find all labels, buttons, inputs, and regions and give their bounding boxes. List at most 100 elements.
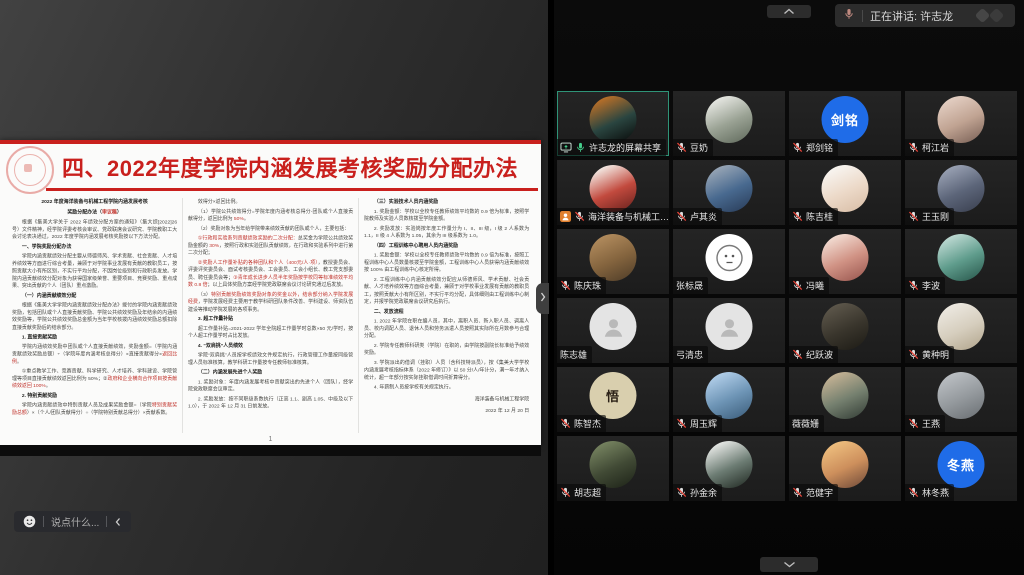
participant-name: 薇薇姗 — [792, 417, 819, 430]
document-column: （三）实验技术人员内涵奖励1. 奖励金额：学校以全校专任教师绩效平均数的 0.9… — [358, 198, 534, 433]
participant-avatar — [822, 303, 869, 350]
document-bottom-bar — [0, 445, 541, 456]
participant-tile[interactable]: 海洋装备与机械工程... — [557, 160, 669, 225]
participant-name: 陈庆珠 — [574, 279, 601, 292]
mic-muted-icon — [574, 211, 585, 222]
participant-name-bar: 王玉刚 — [905, 208, 954, 225]
participant-tile[interactable]: 冬燕林冬燕 — [905, 436, 1017, 501]
participant-grid: 许志龙的屏幕共享豆奶剑铭郑剑铭柯江岩海洋装备与机械工程...卢其炎陈吉桂王玉刚陈… — [557, 91, 1017, 501]
participant-name-bar: 黄种明 — [905, 346, 954, 363]
mic-muted-icon — [560, 418, 571, 429]
participant-tile[interactable]: 豆奶 — [673, 91, 785, 156]
divider — [106, 516, 107, 527]
divider — [862, 10, 863, 22]
mic-muted-icon — [676, 418, 687, 429]
participant-tile[interactable]: 陈吉桂 — [789, 160, 901, 225]
document-title: 四、2022年度学院内涵发展考核奖励分配办法 — [62, 151, 518, 183]
mic-muted-icon — [792, 211, 803, 222]
participant-tile[interactable]: 纪跃波 — [789, 298, 901, 363]
participant-name-bar: 卢其炎 — [673, 208, 722, 225]
participant-avatar — [706, 372, 753, 419]
participant-tile[interactable]: 孙金余 — [673, 436, 785, 501]
participant-name-bar: 冯曦 — [789, 277, 829, 294]
participant-name-bar: 豆奶 — [673, 139, 713, 156]
smiley-icon[interactable] — [23, 515, 36, 528]
participant-name-bar: 陈吉桂 — [789, 208, 838, 225]
scroll-down-button[interactable] — [760, 557, 818, 572]
participant-tile[interactable]: 剑铭郑剑铭 — [789, 91, 901, 156]
document-column: 效得分×返回比例。（1）学院公共绩效得分=学院年度内涵考核总得分-团队或个人直接… — [182, 198, 358, 433]
mic-muted-icon — [792, 487, 803, 498]
participant-tile[interactable]: 陈庆珠 — [557, 229, 669, 294]
document-page-number: 1 — [269, 436, 273, 443]
participant-tile[interactable]: 范健宇 — [789, 436, 901, 501]
participant-avatar — [590, 165, 637, 212]
host-badge-icon — [560, 211, 571, 222]
participant-avatar — [590, 441, 637, 488]
participant-name-bar: 范健宇 — [789, 484, 838, 501]
participant-tile[interactable]: 黄种明 — [905, 298, 1017, 363]
speaking-indicator: 正在讲话: 许志龙 — [835, 4, 1015, 27]
participant-name-bar: 许志龙的屏幕共享 — [557, 139, 666, 156]
mic-muted-icon — [908, 142, 919, 153]
participant-avatar — [822, 441, 869, 488]
participant-tile[interactable]: 冯曦 — [789, 229, 901, 294]
participant-tile[interactable]: 卢其炎 — [673, 160, 785, 225]
participant-name-bar: 李波 — [905, 277, 945, 294]
mic-muted-icon — [908, 211, 919, 222]
participant-name: 林冬燕 — [922, 486, 949, 499]
participant-tile[interactable]: 薇薇姗 — [789, 367, 901, 432]
participant-tile[interactable]: 陈志雄 — [557, 298, 669, 363]
participant-tile[interactable]: 李波 — [905, 229, 1017, 294]
participant-tile[interactable]: 张标晟 — [673, 229, 785, 294]
participant-avatar — [822, 372, 869, 419]
participant-name: 胡志超 — [574, 486, 601, 499]
participant-tile[interactable]: 王燕 — [905, 367, 1017, 432]
participant-name-bar: 周玉辉 — [673, 415, 722, 432]
participant-name: 卢其炎 — [690, 210, 717, 223]
participant-name: 范健宇 — [806, 486, 833, 499]
participant-name: 弓清忠 — [676, 348, 703, 361]
participant-name: 海洋装备与机械工程... — [588, 210, 669, 223]
screen-share-view: 四、2022年度学院内涵发展考核奖励分配办法 2022 年度海洋装备与机械工程学… — [0, 0, 548, 575]
participant-avatar — [590, 96, 637, 143]
chevron-left-icon[interactable] — [114, 517, 122, 527]
participant-name-bar: 海洋装备与机械工程... — [557, 208, 669, 225]
participant-name: 周玉辉 — [690, 417, 717, 430]
divider — [43, 516, 44, 527]
participant-avatar: 剑铭 — [822, 96, 869, 143]
speaking-label: 正在讲话: 许志龙 — [870, 8, 953, 24]
participant-name: 纪跃波 — [806, 348, 833, 361]
participant-avatar — [706, 234, 753, 281]
participant-name: 郑剑铭 — [806, 141, 833, 154]
chat-input[interactable]: 说点什么... — [51, 514, 99, 529]
quick-chat-bar: 说点什么... — [14, 511, 131, 532]
participant-tile[interactable]: 王玉刚 — [905, 160, 1017, 225]
participant-name-bar: 纪跃波 — [789, 346, 838, 363]
mic-muted-icon — [792, 142, 803, 153]
participant-name: 张标晟 — [676, 279, 703, 292]
participant-tile[interactable]: 许志龙的屏幕共享 — [557, 91, 669, 156]
participant-name-bar: 陈庆珠 — [557, 277, 606, 294]
mic-muted-icon — [676, 211, 687, 222]
participant-tile[interactable]: 悟陈智杰 — [557, 367, 669, 432]
panel-collapse-button[interactable] — [536, 283, 549, 314]
participants-panel: 正在讲话: 许志龙 许志龙的屏幕共享豆奶剑铭郑剑铭柯江岩海洋装备与机械工程...… — [554, 0, 1024, 575]
participant-avatar — [706, 441, 753, 488]
mic-muted-icon — [792, 349, 803, 360]
participant-name-bar: 弓清忠 — [673, 346, 708, 363]
participant-name-bar: 陈智杰 — [557, 415, 606, 432]
document-columns: 2022 年度海洋装备与机械工程学院内涵发展考核奖励分配办法（审议稿）根据《集美… — [0, 191, 541, 433]
scroll-up-button[interactable] — [767, 5, 811, 18]
participant-tile[interactable]: 周玉辉 — [673, 367, 785, 432]
participant-name: 陈智杰 — [574, 417, 601, 430]
mic-muted-icon — [792, 280, 803, 291]
participant-tile[interactable]: 弓清忠 — [673, 298, 785, 363]
mic-muted-icon — [676, 142, 687, 153]
participant-avatar — [938, 165, 985, 212]
participant-avatar: 悟 — [590, 372, 637, 419]
participant-tile[interactable]: 胡志超 — [557, 436, 669, 501]
participant-tile[interactable]: 柯江岩 — [905, 91, 1017, 156]
document-column: 2022 年度海洋装备与机械工程学院内涵发展考核奖励分配办法（审议稿）根据《集美… — [7, 198, 182, 433]
participant-avatar — [706, 96, 753, 143]
